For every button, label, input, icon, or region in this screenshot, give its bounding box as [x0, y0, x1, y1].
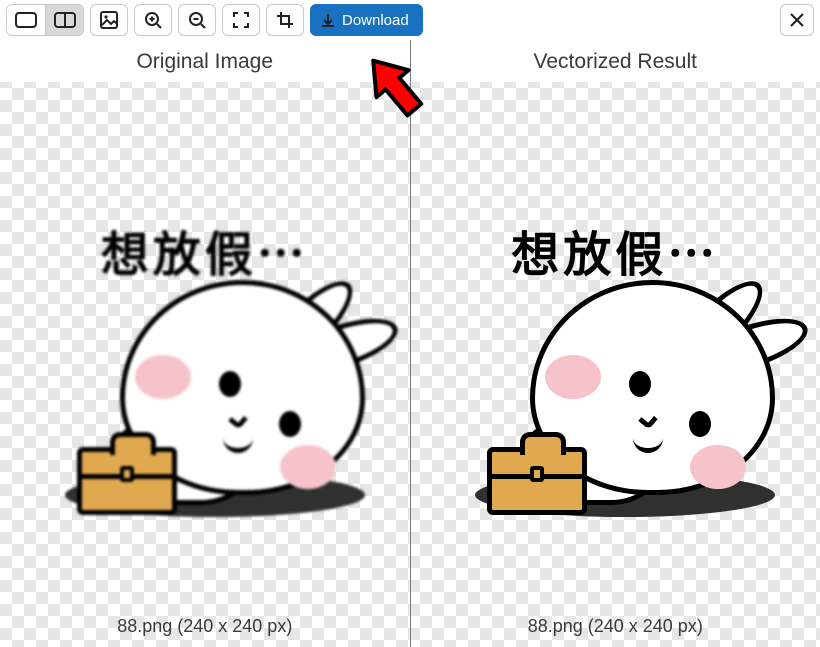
crop-button[interactable]	[266, 4, 304, 36]
left-panel-title: Original Image	[0, 40, 410, 82]
right-canvas[interactable]: 想放假⋯	[411, 82, 820, 647]
art-text-right: 想放假⋯	[511, 215, 719, 285]
zoom-out-button[interactable]	[178, 4, 216, 36]
art-text-left: 想放假⋯	[101, 215, 309, 285]
original-image: 想放假⋯	[25, 185, 385, 545]
zoom-in-icon	[144, 11, 162, 29]
comparison-area: Original Image 想放假⋯ 88.png (240 x 240 px…	[0, 40, 820, 647]
fit-button[interactable]	[222, 4, 260, 36]
left-caption: 88.png (240 x 240 px)	[0, 616, 410, 637]
toolbar: Download	[0, 0, 820, 40]
left-canvas[interactable]: 想放假⋯	[0, 82, 410, 647]
close-button[interactable]	[780, 4, 814, 36]
crop-icon	[276, 11, 294, 29]
image-button[interactable]	[90, 4, 128, 36]
right-caption: 88.png (240 x 240 px)	[411, 616, 820, 637]
download-icon	[320, 12, 336, 28]
download-button[interactable]: Download	[310, 4, 423, 36]
image-icon	[100, 11, 118, 29]
split-view-button[interactable]	[45, 5, 83, 35]
single-pane-icon	[15, 12, 37, 28]
close-icon	[789, 12, 805, 28]
right-panel: Vectorized Result 想放假⋯ 88.png (240 x 240…	[410, 40, 820, 647]
app-root: Download Original Image 想放假⋯	[0, 0, 820, 647]
single-view-button[interactable]	[7, 5, 45, 35]
download-label: Download	[342, 12, 409, 29]
zoom-out-icon	[188, 11, 206, 29]
right-panel-title: Vectorized Result	[411, 40, 820, 82]
zoom-in-button[interactable]	[134, 4, 172, 36]
split-pane-icon	[54, 12, 76, 28]
fit-icon	[232, 11, 250, 29]
vectorized-image: 想放假⋯	[435, 185, 795, 545]
view-mode-group	[6, 4, 84, 36]
left-panel: Original Image 想放假⋯ 88.png (240 x 240 px…	[0, 40, 410, 647]
